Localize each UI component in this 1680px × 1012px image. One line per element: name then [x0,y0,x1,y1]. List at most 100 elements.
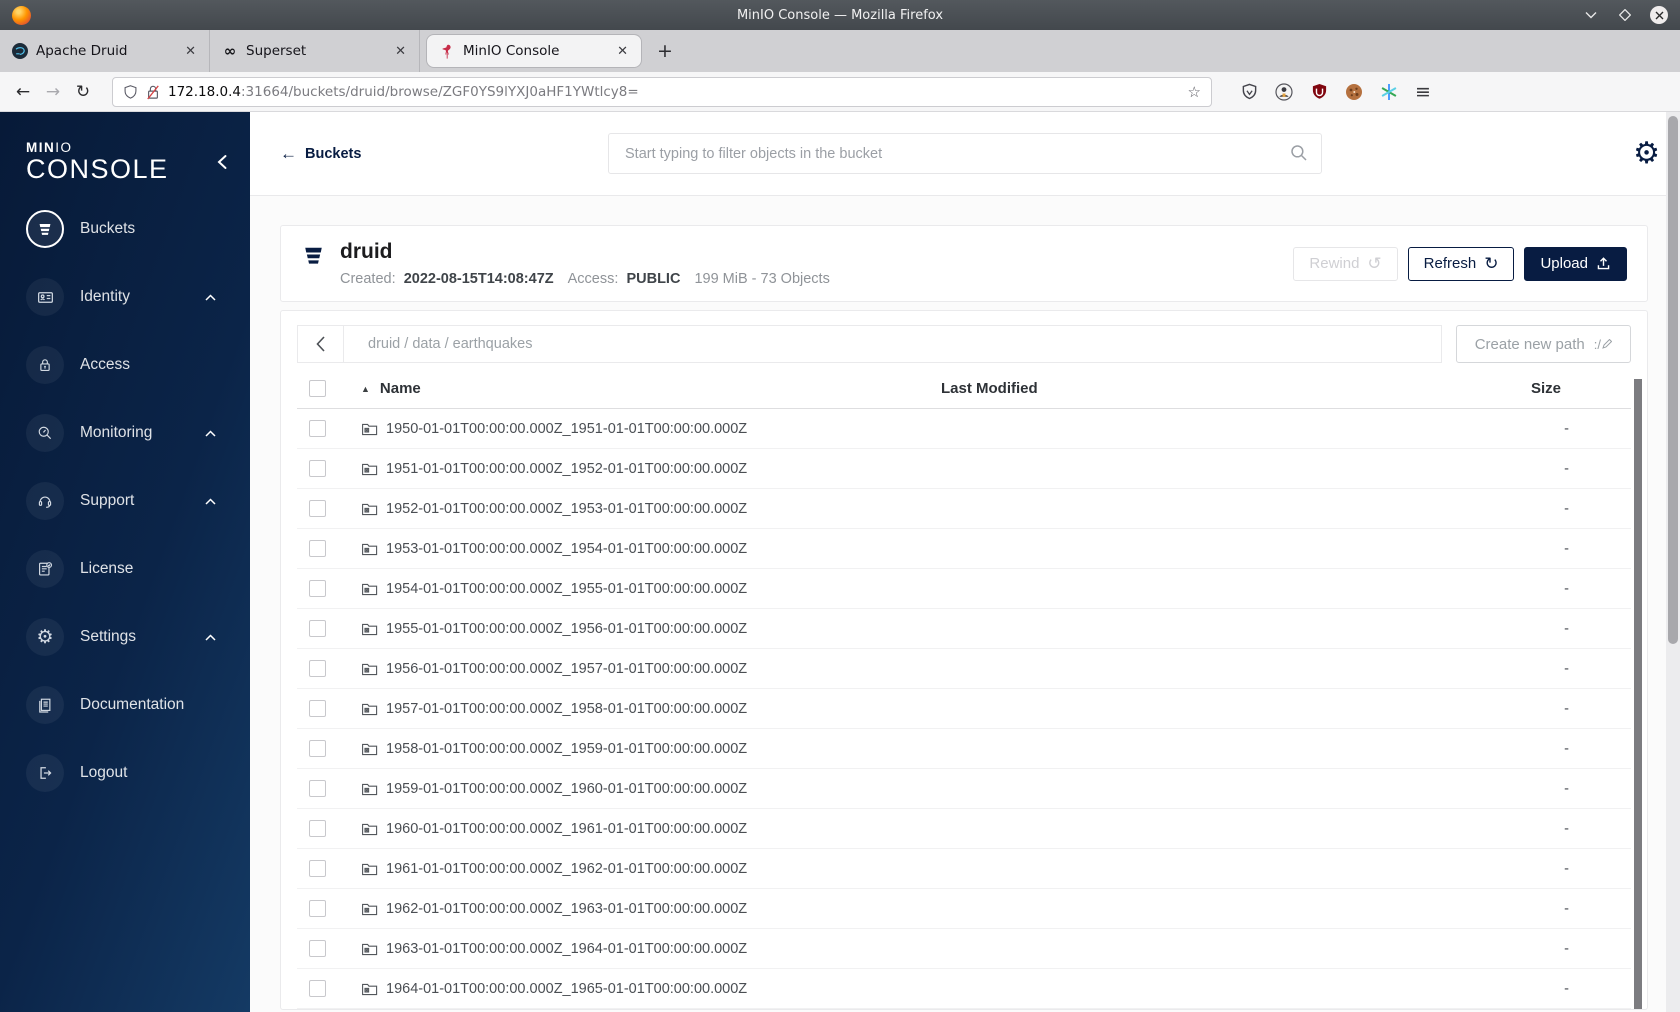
row-checkbox[interactable] [309,660,326,677]
refresh-button[interactable]: Refresh ↻ [1407,246,1515,281]
row-checkbox[interactable] [309,580,326,597]
settings-gear-icon: ⚙ [26,618,64,657]
sidebar-item-access[interactable]: Access [0,331,250,399]
page-scrollbar-thumb[interactable] [1668,116,1678,644]
table-row[interactable]: 1964-01-01T00:00:00.000Z_1965-01-01T00:0… [297,969,1631,1009]
browser-window: MinIO Console — Mozilla Firefox Apache D… [0,0,1680,1012]
menu-hamburger-icon[interactable]: ≡ [1415,81,1431,103]
monitoring-icon [26,414,64,453]
row-checkbox[interactable] [309,900,326,917]
table-row[interactable]: 1950-01-01T00:00:00.000Z_1951-01-01T00:0… [297,409,1631,449]
documentation-icon [26,686,64,725]
console-settings-gear-icon[interactable]: ⚙ [1633,138,1660,169]
row-checkbox[interactable] [309,500,326,517]
row-checkbox[interactable] [309,540,326,557]
tab-label: MinIO Console [463,43,560,59]
chevron-up-icon[interactable] [205,294,216,301]
identity-icon [26,278,64,317]
table-row[interactable]: 1960-01-01T00:00:00.000Z_1961-01-01T00:0… [297,809,1631,849]
tab-minio-console[interactable]: MinIO Console ✕ [426,34,642,68]
table-row[interactable]: 1961-01-01T00:00:00.000Z_1962-01-01T00:0… [297,849,1631,889]
page-scrollbar[interactable] [1666,112,1680,1012]
sidebar-item-logout[interactable]: Logout [0,739,250,807]
sidebar-item-buckets[interactable]: Buckets [0,195,250,263]
table-row[interactable]: 1954-01-01T00:00:00.000Z_1955-01-01T00:0… [297,569,1631,609]
filter-objects-input[interactable] [608,133,1322,174]
shield-extension-icon[interactable] [1240,83,1258,101]
sidebar: MINIO CONSOLE Buckets Identity Access Mo… [0,112,250,1012]
table-header-row: ▲ Name Last Modified Size [297,369,1631,409]
tab-label: Superset [246,43,307,59]
chevron-up-icon[interactable] [205,430,216,437]
url-bar[interactable]: 172.18.0.4:31664/buckets/druid/browse/ZG… [112,76,1212,107]
close-button[interactable] [1650,6,1668,24]
table-row[interactable]: 1962-01-01T00:00:00.000Z_1963-01-01T00:0… [297,889,1631,929]
table-row[interactable]: 1958-01-01T00:00:00.000Z_1959-01-01T00:0… [297,729,1631,769]
back-to-buckets-link[interactable]: ← Buckets [280,144,361,164]
row-checkbox[interactable] [309,620,326,637]
chevron-up-icon[interactable] [205,498,216,505]
sidebar-collapse-icon[interactable] [216,154,228,170]
bookmark-star-icon[interactable]: ☆ [1188,83,1201,101]
column-header-name[interactable]: Name [380,380,421,397]
folder-icon [361,741,378,757]
row-checkbox[interactable] [309,860,326,877]
row-checkbox[interactable] [309,700,326,717]
table-row[interactable]: 1957-01-01T00:00:00.000Z_1958-01-01T00:0… [297,689,1631,729]
maximize-button[interactable] [1616,6,1634,24]
tab-apache-druid[interactable]: Apache Druid ✕ [0,30,210,72]
row-checkbox[interactable] [309,780,326,797]
column-header-last-modified[interactable]: Last Modified [941,380,1481,397]
back-nav-icon[interactable]: ← [8,82,38,102]
tab-close-icon[interactable]: ✕ [614,44,631,59]
row-checkbox[interactable] [309,460,326,477]
sidebar-item-license[interactable]: License [0,535,250,603]
row-checkbox[interactable] [309,940,326,957]
sidebar-item-identity[interactable]: Identity [0,263,250,331]
table-scrollbar[interactable] [1634,379,1642,1009]
reload-icon[interactable]: ↻ [68,82,98,102]
upload-icon [1596,256,1611,271]
tab-close-icon[interactable]: ✕ [392,44,409,59]
ublock-origin-icon[interactable] [1310,83,1328,101]
cookie-extension-icon[interactable] [1345,83,1363,101]
row-checkbox[interactable] [309,820,326,837]
table-row[interactable]: 1956-01-01T00:00:00.000Z_1957-01-01T00:0… [297,649,1631,689]
druid-logo-icon [12,43,28,59]
forward-nav-icon[interactable]: → [38,82,68,102]
tracking-shield-icon[interactable] [123,84,138,100]
bucket-name: druid [340,240,393,263]
table-row[interactable]: 1951-01-01T00:00:00.000Z_1952-01-01T00:0… [297,449,1631,489]
bucket-icon [301,243,326,287]
rewind-button[interactable]: Rewind ↺ [1293,246,1398,281]
column-header-size[interactable]: Size [1531,380,1631,397]
asterisk-extension-icon[interactable] [1380,83,1398,101]
table-row[interactable]: 1955-01-01T00:00:00.000Z_1956-01-01T00:0… [297,609,1631,649]
extension-icons [1240,82,1398,101]
tab-superset[interactable]: ∞ Superset ✕ [210,30,420,72]
tab-close-icon[interactable]: ✕ [182,44,199,59]
table-row[interactable]: 1952-01-01T00:00:00.000Z_1953-01-01T00:0… [297,489,1631,529]
containers-extension-icon[interactable] [1275,82,1293,101]
insecure-lock-icon[interactable] [146,84,160,100]
chevron-up-icon[interactable] [205,634,216,641]
table-row[interactable]: 1953-01-01T00:00:00.000Z_1954-01-01T00:0… [297,529,1631,569]
sidebar-item-support[interactable]: Support [0,467,250,535]
row-checkbox[interactable] [309,980,326,997]
row-checkbox[interactable] [309,420,326,437]
upload-button[interactable]: Upload [1524,246,1627,281]
sidebar-item-documentation[interactable]: Documentation [0,671,250,739]
new-tab-button[interactable]: + [648,30,682,72]
breadcrumb-back-icon[interactable] [298,326,344,362]
row-checkbox[interactable] [309,740,326,757]
tab-label: Apache Druid [36,43,128,59]
table-scrollbar-thumb[interactable] [1634,379,1642,1009]
create-new-path-button[interactable]: Create new path :/ [1455,325,1631,363]
sort-ascending-icon[interactable]: ▲ [361,384,370,394]
table-row[interactable]: 1959-01-01T00:00:00.000Z_1960-01-01T00:0… [297,769,1631,809]
minimize-button[interactable] [1582,6,1600,24]
sidebar-item-settings[interactable]: ⚙ Settings [0,603,250,671]
table-row[interactable]: 1963-01-01T00:00:00.000Z_1964-01-01T00:0… [297,929,1631,969]
sidebar-item-monitoring[interactable]: Monitoring [0,399,250,467]
select-all-checkbox[interactable] [309,380,326,397]
